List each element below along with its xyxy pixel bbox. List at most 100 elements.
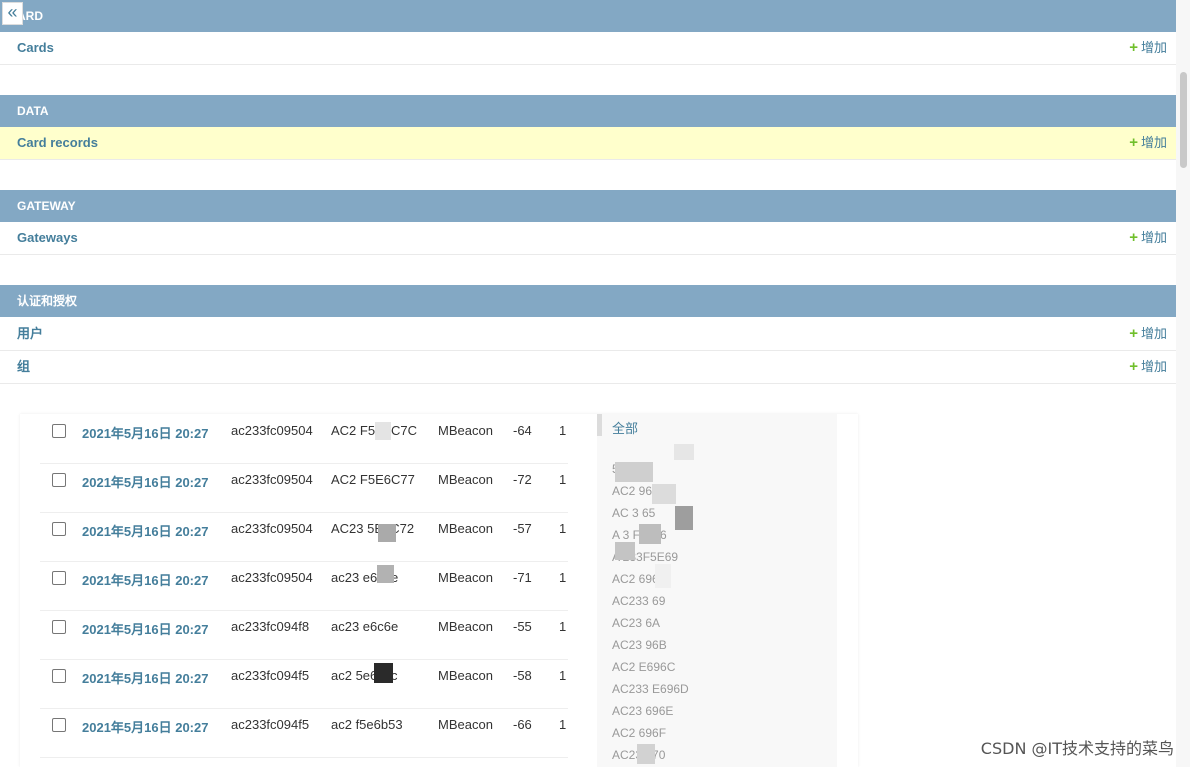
- add-label: 增加: [1140, 359, 1167, 374]
- add-card-records-link[interactable]: + 增加: [1129, 127, 1167, 159]
- row-checkbox[interactable]: [52, 620, 66, 634]
- plus-icon: +: [1129, 229, 1138, 246]
- filter-item[interactable]: AC2 696F: [612, 726, 666, 740]
- truncated-cell: 1: [559, 668, 567, 683]
- row-checkbox[interactable]: [52, 473, 66, 487]
- filter-item[interactable]: AC233 E696D: [612, 682, 689, 696]
- type-cell: MBeacon: [438, 570, 493, 585]
- record-time-link[interactable]: 2021年5月16日 20:27: [82, 570, 208, 589]
- filter-item[interactable]: AC23 696E: [612, 704, 673, 718]
- add-label: 增加: [1140, 230, 1167, 245]
- type-cell: MBeacon: [438, 423, 493, 438]
- model-row-cards: Cards + 增加: [0, 32, 1176, 65]
- gateway-cell: ac233fc09504: [231, 570, 313, 585]
- gateway-cell: ac233fc094f5: [231, 717, 310, 732]
- record-time-link[interactable]: 2021年5月16日 20:27: [82, 619, 208, 638]
- table-row: 2021年5月16日 20:27 ac233fc094f5 ac2 f5e6b5…: [40, 708, 568, 758]
- type-cell: MBeacon: [438, 619, 493, 634]
- add-cards-link[interactable]: + 增加: [1129, 32, 1167, 64]
- gateway-cell: ac233fc09504: [231, 423, 313, 438]
- rssi-cell: -55: [513, 619, 532, 634]
- redaction-block: [377, 565, 394, 583]
- filter-sidebar: 全部 5963 AC2 964 AC 3 65 A 3 F6966 A 233F…: [597, 414, 837, 767]
- module-header-auth: 认证和授权: [0, 285, 1176, 317]
- add-label: 增加: [1140, 40, 1167, 55]
- rssi-cell: -57: [513, 521, 532, 536]
- truncated-cell: 1: [559, 423, 567, 438]
- filter-all-link[interactable]: 全部: [612, 418, 638, 437]
- rssi-cell: -58: [513, 668, 532, 683]
- row-checkbox[interactable]: [52, 522, 66, 536]
- truncated-cell: 1: [559, 619, 567, 634]
- type-cell: MBeacon: [438, 668, 493, 683]
- redaction-block: [615, 542, 635, 560]
- row-checkbox[interactable]: [52, 571, 66, 585]
- scrollbar-thumb[interactable]: [1180, 72, 1187, 168]
- row-checkbox[interactable]: [52, 718, 66, 732]
- redaction-block: [652, 484, 676, 504]
- card-records-link[interactable]: Card records: [17, 127, 98, 159]
- users-link[interactable]: 用户: [17, 318, 43, 350]
- rssi-cell: -66: [513, 717, 532, 732]
- redaction-block: [375, 422, 391, 440]
- mac-cell: AC23 5E6C72: [331, 521, 415, 536]
- add-gateways-link[interactable]: + 增加: [1129, 222, 1167, 254]
- table-row: 2021年5月16日 20:27 ac233fc094f5 ac2 5e6c5c…: [40, 659, 568, 709]
- redaction-block: [675, 506, 693, 530]
- gateway-cell: ac233fc09504: [231, 472, 313, 487]
- page-scrollbar[interactable]: [1176, 0, 1190, 767]
- collapse-sidebar-button[interactable]: «: [2, 2, 23, 25]
- filter-item[interactable]: AC 3 65: [612, 506, 655, 520]
- redaction-block: [374, 663, 393, 683]
- gateways-link[interactable]: Gateways: [17, 222, 78, 254]
- rssi-cell: -64: [513, 423, 532, 438]
- truncated-cell: 1: [559, 570, 567, 585]
- table-row: 2021年5月16日 20:27 ac233fc09504 ac23 e6c5e…: [40, 561, 568, 611]
- plus-icon: +: [1129, 134, 1138, 151]
- filter-selected-marker: [597, 414, 602, 436]
- mac-cell: AC2 F5E6C77: [331, 472, 415, 487]
- plus-icon: +: [1129, 325, 1138, 342]
- mac-cell: ac2 f5e6b53: [331, 717, 403, 732]
- model-row-groups: 组 + 增加: [0, 351, 1176, 384]
- table-row: 2021年5月16日 20:27 ac233fc09504 AC23 5E6C7…: [40, 512, 568, 562]
- redaction-block: [639, 524, 661, 544]
- filter-item[interactable]: AC2 E696C: [612, 660, 675, 674]
- table-row: 2021年5月16日 20:27 ac233fc09504 AC2 F5E6C7…: [40, 414, 568, 464]
- module-header-data: DATA: [0, 95, 1176, 127]
- module-header-gateway: GATEWAY: [0, 190, 1176, 222]
- redaction-block: [378, 524, 396, 542]
- record-time-link[interactable]: 2021年5月16日 20:27: [82, 423, 208, 442]
- add-users-link[interactable]: + 增加: [1129, 318, 1167, 350]
- cards-link[interactable]: Cards: [17, 32, 54, 64]
- truncated-cell: 1: [559, 521, 567, 536]
- groups-link[interactable]: 组: [17, 351, 30, 383]
- table-row: 2021年5月16日 20:27 ac233fc094f8 ac23 e6c6e…: [40, 610, 568, 660]
- plus-icon: +: [1129, 358, 1138, 375]
- type-cell: MBeacon: [438, 472, 493, 487]
- record-time-link[interactable]: 2021年5月16日 20:27: [82, 668, 208, 687]
- gateway-cell: ac233fc094f5: [231, 668, 310, 683]
- filter-item[interactable]: AC23 96B: [612, 638, 667, 652]
- row-checkbox[interactable]: [52, 669, 66, 683]
- rssi-cell: -72: [513, 472, 532, 487]
- gateway-cell: ac233fc09504: [231, 521, 313, 536]
- record-time-link[interactable]: 2021年5月16日 20:27: [82, 717, 208, 736]
- add-groups-link[interactable]: + 增加: [1129, 351, 1167, 383]
- record-time-link[interactable]: 2021年5月16日 20:27: [82, 472, 208, 491]
- model-row-card-records: Card records + 增加: [0, 127, 1176, 160]
- row-checkbox[interactable]: [52, 424, 66, 438]
- record-time-link[interactable]: 2021年5月16日 20:27: [82, 521, 208, 540]
- type-cell: MBeacon: [438, 717, 493, 732]
- model-row-gateways: Gateways + 增加: [0, 222, 1176, 255]
- redaction-block: [637, 744, 655, 764]
- filter-item[interactable]: AC233 69: [612, 594, 665, 608]
- redaction-block: [615, 462, 653, 482]
- filter-item[interactable]: AC23 6A: [612, 616, 660, 630]
- plus-icon: +: [1129, 39, 1138, 56]
- model-row-users: 用户 + 增加: [0, 318, 1176, 351]
- mac-cell: ac23 e6c6e: [331, 619, 399, 634]
- rssi-cell: -71: [513, 570, 532, 585]
- add-label: 增加: [1140, 135, 1167, 150]
- gateway-cell: ac233fc094f8: [231, 619, 310, 634]
